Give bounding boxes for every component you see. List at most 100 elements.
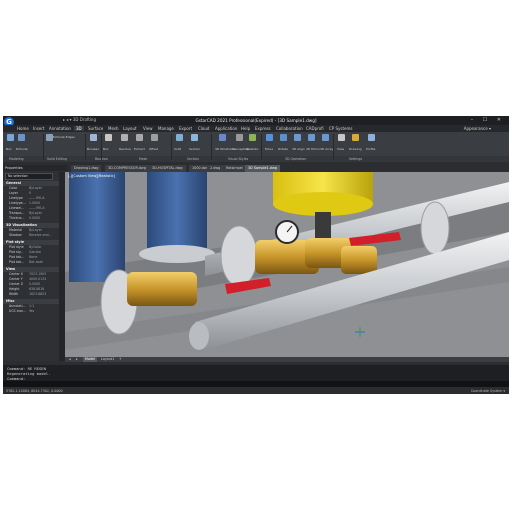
tab-home[interactable]: Home <box>17 126 29 131</box>
doc-tab[interactable]: 3D-HOSPITAL.dwg <box>149 165 186 172</box>
3d-rotate-button[interactable] <box>279 134 287 146</box>
doc-tab[interactable]: 2.dwg <box>207 165 224 172</box>
tab-layout[interactable]: Layout <box>123 126 137 131</box>
property-key: Thickne... <box>9 216 25 220</box>
solid-section-button[interactable] <box>175 134 183 146</box>
ribbon-label: Section <box>189 147 201 151</box>
tab-surface[interactable]: Surface <box>88 126 103 131</box>
property-row[interactable]: Thickne... 0.0000 <box>3 216 65 221</box>
panel-visual-styles: Visual Styles <box>228 157 249 161</box>
panel-3d-operation: 3D Operation <box>285 157 307 161</box>
revolve-icon <box>120 134 128 141</box>
panel-settings: Settings <box>349 157 363 161</box>
property-value: Yes <box>29 309 35 313</box>
align-icon <box>293 134 301 141</box>
conceptual-icon <box>235 134 243 141</box>
ribbon-label: 3D Mirror <box>306 147 321 151</box>
profile-button[interactable] <box>367 134 375 146</box>
ribbon-label: Solid <box>174 147 182 151</box>
ribbon-panel-titles: Modeling Solid Editing Boolean Mesh Sect… <box>3 156 509 162</box>
properties-header: Properties <box>3 165 67 171</box>
title-bar: G ▸ ◂ ▾ 3D Drafting GstarCAD 2021 Profes… <box>3 116 509 127</box>
ribbon-separator <box>261 134 262 160</box>
layout-next-button[interactable]: ▸ <box>74 357 80 362</box>
mesh-box-button[interactable] <box>104 134 112 146</box>
coordinate-system-dropdown[interactable]: Coordinate System ▾ <box>471 389 505 393</box>
extrude-tool-button[interactable] <box>17 134 25 146</box>
appearance-menu[interactable]: Appearance ▾ <box>464 126 491 131</box>
tab-3d[interactable]: 3D <box>74 126 84 131</box>
wireframe-style-button[interactable] <box>218 134 226 146</box>
viewport-controls-label[interactable]: [-][Custom View][Realistic] <box>68 174 115 178</box>
tab-cp-systems[interactable]: CP Systems <box>329 126 352 131</box>
boolean-button[interactable] <box>89 134 97 146</box>
command-input[interactable] <box>3 381 509 387</box>
tab-mesh[interactable]: Mesh <box>108 126 119 131</box>
tab-annotation[interactable]: Annotation <box>49 126 71 131</box>
doc-tab-active[interactable]: 3D Sample1.dwg <box>245 165 280 172</box>
section-plane-icon <box>190 134 198 141</box>
tab-application[interactable]: Application <box>215 126 237 131</box>
offset-icon <box>150 134 158 141</box>
tab-collaboration[interactable]: Collaboration <box>276 126 303 131</box>
doc-tab[interactable]: 3D-COMPRESSOR.dwg <box>105 165 149 172</box>
view-icon <box>337 134 345 141</box>
realistic-style-button[interactable] <box>248 134 256 146</box>
tab-cadprofi[interactable]: CADprofi <box>306 126 324 131</box>
rotate-icon <box>279 134 287 141</box>
drawing-button[interactable] <box>351 134 359 146</box>
command-window: Command: RE REGEN Regenerating model. Co… <box>3 365 509 387</box>
property-key: Shadow <box>9 233 22 237</box>
box-tool-button[interactable] <box>6 134 14 146</box>
conceptual-style-button[interactable] <box>235 134 243 146</box>
tab-insert[interactable]: Insert <box>33 126 44 131</box>
tab-express[interactable]: Express <box>255 126 271 131</box>
doc-tab[interactable]: Drawing1.dwg <box>71 165 102 172</box>
ribbon-label: Extract <box>134 147 145 151</box>
tab-cloud[interactable]: Cloud <box>198 126 209 131</box>
property-row[interactable]: UCS icon... Yes <box>3 309 65 314</box>
extrude-edges-icon <box>45 134 53 141</box>
tab-manage[interactable]: Manage <box>158 126 174 131</box>
property-row[interactable]: Shadow Receive and... <box>3 233 65 238</box>
tab-export[interactable]: Export <box>179 126 192 131</box>
window-controls[interactable]: – ☐ ✕ <box>471 117 505 123</box>
revolve-button[interactable] <box>120 134 128 146</box>
section-plane-button[interactable] <box>190 134 198 146</box>
property-row[interactable]: Plot tab... Not avail <box>3 260 65 265</box>
selection-dropdown[interactable]: No selection <box>5 173 53 180</box>
offset-button[interactable] <box>150 134 158 146</box>
mirror-icon <box>307 134 315 141</box>
property-value: 0.0000 <box>29 216 41 220</box>
extract-button[interactable] <box>135 134 143 146</box>
3d-move-button[interactable] <box>265 134 273 146</box>
tank-nozzle <box>315 212 331 240</box>
3d-array-button[interactable] <box>321 134 329 146</box>
ribbon-label: Realistic <box>246 147 259 151</box>
ribbon-label: Rotate <box>278 147 288 151</box>
ribbon-separator <box>85 134 86 160</box>
3d-model-render[interactable] <box>65 172 509 357</box>
add-layout-button[interactable]: + <box>117 357 124 362</box>
doc-tab[interactable]: Rotsimpel <box>223 165 246 172</box>
property-row[interactable]: Width 1623.8823 <box>3 292 65 297</box>
box-icon <box>6 134 14 141</box>
tab-view[interactable]: View <box>143 126 153 131</box>
extrude-edges-button[interactable] <box>45 134 53 146</box>
drawing-viewport[interactable]: [-][Custom View][Realistic] <box>65 172 509 357</box>
panel-section: Section <box>187 157 199 161</box>
3d-mirror-button[interactable] <box>307 134 315 146</box>
extrude-icon <box>17 134 25 141</box>
ribbon-separator <box>171 134 172 160</box>
pump-base <box>139 245 215 263</box>
move-icon <box>265 134 273 141</box>
layout-tab-layout1[interactable]: Layout1 <box>99 357 116 362</box>
view-button[interactable] <box>337 134 345 146</box>
3d-align-button[interactable] <box>293 134 301 146</box>
ribbon-label: Drawing <box>349 147 362 151</box>
layout-tab-model[interactable]: Model <box>83 357 97 362</box>
layout-prev-button[interactable]: ◂ <box>67 357 73 362</box>
tab-help[interactable]: Help <box>241 126 250 131</box>
window-title: GstarCAD 2021 Professional(Expired) - [3… <box>195 118 317 123</box>
ribbon-tab-bar: Home Insert Annotation 3D Surface Mesh L… <box>3 125 509 132</box>
